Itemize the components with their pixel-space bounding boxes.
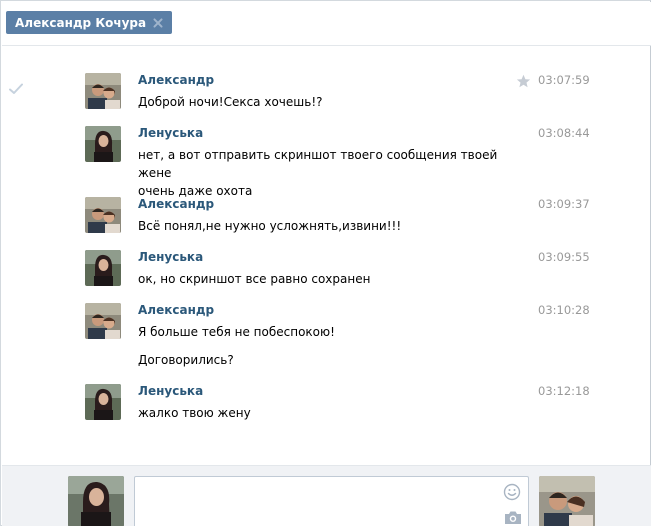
own-avatar[interactable] — [68, 476, 124, 526]
message-text: жалко твою жену — [138, 406, 251, 420]
woman-photo-icon — [85, 384, 121, 420]
message-author[interactable]: Александр — [138, 303, 214, 317]
composer — [2, 465, 651, 526]
message-time: 03:12:18 — [538, 384, 590, 398]
message-text: Договорились? — [138, 353, 234, 367]
message-time: 03:09:37 — [538, 197, 590, 211]
avatar[interactable] — [85, 303, 121, 339]
message-line: нет, а вот отправить скриншот твоего соо… — [138, 148, 498, 180]
message-text: нет, а вот отправить скриншот твоего соо… — [138, 146, 508, 200]
message-text: ок, но скриншот все равно сохранен — [138, 272, 371, 286]
close-icon[interactable] — [152, 17, 164, 29]
dialog-window: Александр Кочура Александр Доброй ночи!С… — [0, 0, 651, 526]
woman-photo-icon — [85, 126, 121, 162]
message-time: 03:08:44 — [538, 126, 590, 140]
message-text: Я больше тебя не побеспокою! — [138, 325, 335, 339]
message-time: 03:10:28 — [538, 303, 590, 317]
star-icon[interactable] — [516, 74, 531, 89]
avatar[interactable] — [85, 197, 121, 233]
man-woman-photo-icon — [85, 197, 121, 233]
tab-label: Александр Кочура — [15, 15, 147, 30]
avatar[interactable] — [85, 384, 121, 420]
message-time: 03:09:55 — [538, 250, 590, 264]
check-icon — [9, 83, 23, 94]
woman-photo-icon — [68, 476, 124, 526]
man-woman-photo-icon — [85, 303, 121, 339]
message-input[interactable] — [134, 476, 529, 526]
message-time: 03:07:59 — [538, 73, 590, 87]
smile-icon[interactable] — [503, 483, 521, 501]
message-text: Доброй ночи!Секса хочешь!? — [138, 95, 323, 109]
man-woman-photo-icon — [539, 476, 595, 526]
avatar[interactable] — [85, 73, 121, 109]
avatar[interactable] — [85, 250, 121, 286]
message-author[interactable]: Ленуська — [138, 384, 203, 398]
camera-icon[interactable] — [504, 510, 522, 525]
tab-dialog[interactable]: Александр Кочура — [6, 11, 173, 34]
avatar[interactable] — [85, 126, 121, 162]
message-author[interactable]: Ленуська — [138, 126, 203, 140]
peer-avatar[interactable] — [539, 476, 595, 526]
message-author[interactable]: Ленуська — [138, 250, 203, 264]
woman-photo-icon — [85, 250, 121, 286]
man-woman-photo-icon — [85, 73, 121, 109]
tab-bar: Александр Кочура — [2, 2, 651, 46]
message-author[interactable]: Александр — [138, 197, 214, 211]
message-text: Всё понял,не нужно усложнять,извини!!! — [138, 219, 402, 233]
message-author[interactable]: Александр — [138, 73, 214, 87]
